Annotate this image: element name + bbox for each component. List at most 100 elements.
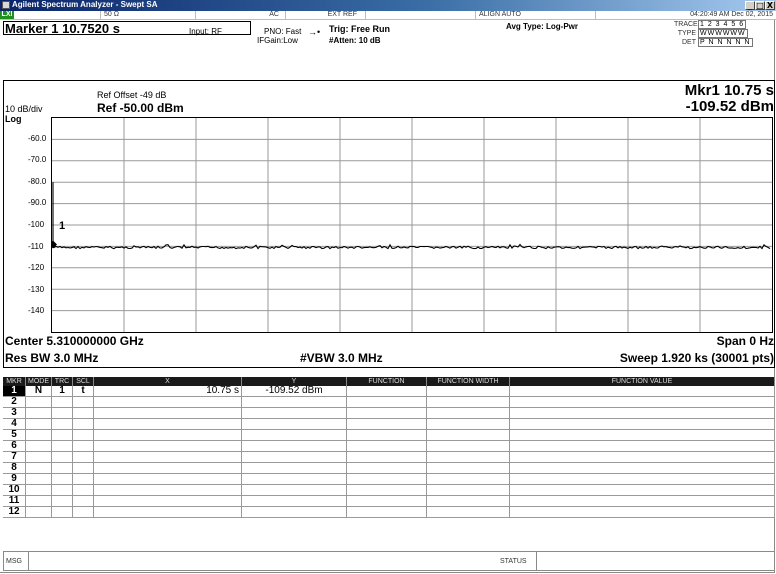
trace-info: TRACE 1 2 3 4 5 6 TYPE WWWWWW DET P N N N N… <box>674 20 774 47</box>
marker-function <box>346 451 427 463</box>
marker-function-value <box>509 473 775 485</box>
marker-y <box>241 451 347 463</box>
span: Span 0 Hz <box>716 334 774 348</box>
header-function: FUNCTION <box>346 377 427 386</box>
marker-mode <box>25 484 52 496</box>
type-value: WWWWWW <box>698 29 748 38</box>
marker-function-width <box>426 451 510 463</box>
marker-number: 4 <box>3 418 26 430</box>
ref-level: Ref -50.00 dBm <box>97 101 184 115</box>
marker-function-width <box>426 473 510 485</box>
marker-trace <box>51 396 73 408</box>
ext-ref-indicator: EXT REF <box>285 11 365 19</box>
y-tick-label: -60.0 <box>28 133 47 143</box>
marker-x <box>93 418 242 430</box>
minimize-button[interactable]: _ <box>745 1 755 10</box>
marker-x: 10.75 s <box>93 386 242 397</box>
msg-divider <box>28 552 29 570</box>
marker-number: 12 <box>3 506 26 518</box>
maximize-button[interactable]: □ <box>755 1 765 10</box>
marker-number: 7 <box>3 451 26 463</box>
close-button[interactable]: X <box>765 1 775 10</box>
marker-function-value <box>509 396 775 408</box>
marker-function-width <box>426 484 510 496</box>
trace-graticule[interactable]: 1 <box>51 117 773 333</box>
marker-trace <box>51 506 73 518</box>
marker-function <box>346 440 427 452</box>
marker-function-value <box>509 429 775 441</box>
marker-table-body: 1 N 1 t 10.75 s -109.52 dBm 2 3 4 5 6 7 8 9 10 11 12 <box>3 386 775 518</box>
marker-function-width <box>426 396 510 408</box>
marker-function-value <box>509 451 775 463</box>
marker-y <box>241 418 347 430</box>
marker-number: 6 <box>3 440 26 452</box>
marker-trace: 1 <box>51 386 73 397</box>
marker-y <box>241 396 347 408</box>
marker-number: 9 <box>3 473 26 485</box>
marker-function-width <box>426 407 510 419</box>
marker-trace <box>51 407 73 419</box>
status-label: STATUS <box>500 558 527 565</box>
marker-function-width <box>426 418 510 430</box>
y-tick-label: -140 <box>28 306 45 316</box>
marker-function <box>346 484 427 496</box>
marker-function-value <box>509 407 775 419</box>
y-tick-label: -110 <box>28 241 44 251</box>
marker-table-row[interactable]: 11 <box>3 495 775 507</box>
marker-y <box>241 407 347 419</box>
marker-number: 11 <box>3 495 26 507</box>
marker-function <box>346 386 427 397</box>
marker-number: 2 <box>3 396 26 408</box>
center-frequency: Center 5.310000000 GHz <box>5 334 144 348</box>
marker-number: 3 <box>3 407 26 419</box>
marker-table-row[interactable]: 1 N 1 t 10.75 s -109.52 dBm <box>3 386 775 397</box>
marker-table-row[interactable]: 5 <box>3 429 775 441</box>
y-tick-label: -120 <box>28 263 45 273</box>
marker-table-row[interactable]: 7 <box>3 451 775 463</box>
vbw: #VBW 3.0 MHz <box>300 351 383 365</box>
atten-setting: #Atten: 10 dB <box>329 36 381 45</box>
marker-table-row[interactable]: 4 <box>3 418 775 430</box>
marker-function-width <box>426 462 510 474</box>
marker-function-value <box>509 418 775 430</box>
marker-x <box>93 407 242 419</box>
marker-scale <box>72 396 94 408</box>
status-strip: LXI 50 Ω AC EXT REF ALIGN AUTO 04:20:49 … <box>0 11 776 20</box>
marker-table-row[interactable]: 9 <box>3 473 775 485</box>
marker-scale <box>72 473 94 485</box>
marker-y: -109.52 dBm <box>241 386 347 397</box>
marker-y <box>241 473 347 485</box>
marker-mode <box>25 418 52 430</box>
marker-function-value <box>509 506 775 518</box>
marker-function <box>346 396 427 408</box>
marker-scale <box>72 451 94 463</box>
marker-scale <box>72 429 94 441</box>
log-label: Log <box>5 114 22 124</box>
marker-table-row[interactable]: 3 <box>3 407 775 419</box>
marker-function-width <box>426 495 510 507</box>
marker-readout-y: -109.52 dBm <box>685 98 774 115</box>
marker-mode <box>25 506 52 518</box>
marker-table: MKR MODE TRC SCL X Y FUNCTION FUNCTION W… <box>3 377 775 518</box>
marker-table-row[interactable]: 8 <box>3 462 775 474</box>
marker-y <box>241 495 347 507</box>
marker-readout-x: Mkr1 10.75 s <box>684 82 774 99</box>
marker-table-row[interactable]: 6 <box>3 440 775 452</box>
marker-trace <box>51 440 73 452</box>
y-tick-label: -90.0 <box>28 198 47 208</box>
y-tick-label: -100 <box>28 220 45 229</box>
marker-function <box>346 418 427 430</box>
marker-mode <box>25 495 52 507</box>
marker-mode <box>25 473 52 485</box>
lxi-indicator: LXI <box>0 11 14 19</box>
marker-table-row[interactable]: 12 <box>3 506 775 518</box>
marker-table-row[interactable]: 2 <box>3 396 775 408</box>
marker-table-row[interactable]: 10 <box>3 484 775 496</box>
sweep-time: Sweep 1.920 ks (30001 pts) <box>619 351 774 365</box>
pno-setting: PNO: Fast <box>264 27 302 36</box>
marker-function <box>346 407 427 419</box>
marker-trace <box>51 429 73 441</box>
marker-function <box>346 495 427 507</box>
marker-mode <box>25 396 52 408</box>
trigger-arrow-icon: →• <box>308 27 321 37</box>
